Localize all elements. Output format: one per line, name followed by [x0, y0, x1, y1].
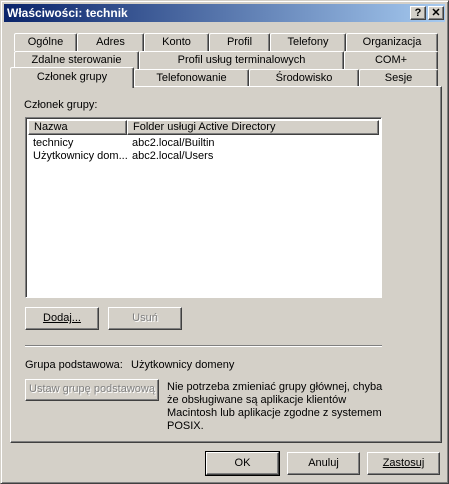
separator — [25, 345, 382, 347]
list-item-name[interactable]: technicy — [33, 137, 73, 150]
tab-profil-uslug-terminalowych[interactable]: Profil usług terminalowych — [139, 51, 344, 69]
cancel-button[interactable]: Anuluj — [287, 452, 360, 475]
column-header-name[interactable]: Nazwa — [28, 120, 127, 135]
tab-telefony[interactable]: Telefony — [270, 33, 346, 51]
tab-sesje[interactable]: Sesje — [359, 69, 438, 87]
window-title: Właściwości: technik — [7, 6, 128, 20]
apply-button[interactable]: Zastosuj — [367, 452, 440, 475]
apply-button-label: Zastosuj — [382, 457, 425, 469]
tab-konto[interactable]: Konto — [144, 33, 209, 51]
tab-com-plus[interactable]: COM+ — [344, 51, 438, 69]
remove-button[interactable]: Usuń — [108, 307, 182, 330]
tab-profil[interactable]: Profil — [209, 33, 270, 51]
tab-organizacja[interactable]: Organizacja — [346, 33, 438, 51]
group-list[interactable]: Nazwa Folder usługi Active Directory tec… — [25, 117, 382, 298]
title-bar[interactable]: Właściwości: technik ? ✕ — [4, 4, 445, 22]
tab-panel: Członek grupy: Nazwa Folder usługi Activ… — [10, 86, 442, 443]
list-item-folder[interactable]: abc2.local/Builtin — [132, 137, 215, 150]
set-primary-group-label: Ustaw grupę podstawową — [29, 383, 155, 395]
add-button-label: Dodaj... — [43, 312, 81, 324]
tab-ogolne[interactable]: Ogólne — [14, 33, 77, 51]
primary-group-note: Nie potrzeba zmieniać grupy głównej, chy… — [167, 381, 383, 432]
member-of-label: Członek grupy: — [24, 99, 98, 111]
list-item-folder[interactable]: abc2.local/Users — [132, 150, 213, 163]
help-button[interactable]: ? — [410, 6, 426, 20]
close-button[interactable]: ✕ — [428, 6, 444, 20]
list-item-name[interactable]: Użytkownicy dom... — [33, 150, 128, 163]
primary-group-value: Użytkownicy domeny — [131, 359, 235, 371]
primary-group-label: Grupa podstawowa: — [25, 359, 123, 371]
column-header-folder[interactable]: Folder usługi Active Directory — [127, 120, 379, 135]
tab-srodowisko[interactable]: Środowisko — [249, 69, 359, 87]
remove-button-label: Usuń — [132, 312, 158, 324]
ok-button[interactable]: OK — [205, 451, 280, 476]
properties-dialog: Właściwości: technik ? ✕ Ogólne Adres Ko… — [0, 0, 449, 484]
tab-telefonowanie[interactable]: Telefonowanie — [134, 69, 249, 87]
set-primary-group-button[interactable]: Ustaw grupę podstawową — [25, 379, 159, 401]
tab-adres[interactable]: Adres — [77, 33, 144, 51]
tab-czlonek-grupy[interactable]: Członek grupy — [10, 67, 134, 88]
add-button[interactable]: Dodaj... — [25, 307, 99, 330]
